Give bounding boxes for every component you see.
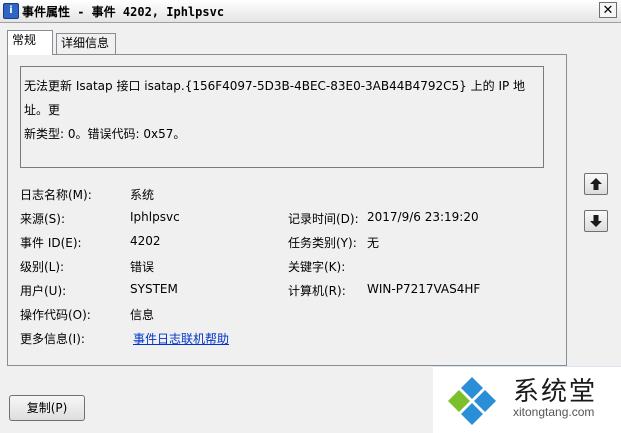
opcode-value: 信息 bbox=[130, 308, 155, 322]
description-line-1: 无法更新 Isatap 接口 isatap.{156F4097-5D3B-4BE… bbox=[24, 79, 526, 117]
computer-value: WIN-P7217VAS4HF bbox=[367, 282, 481, 296]
window-title: 事件属性 - 事件 4202, Iphlpsvc bbox=[22, 5, 225, 19]
opcode-label: 操作代码(O): bbox=[20, 308, 91, 322]
computer-label: 计算机(R): bbox=[288, 284, 346, 298]
level-label: 级别(L): bbox=[20, 260, 65, 274]
source-value: Iphlpsvc bbox=[130, 210, 180, 224]
user-label: 用户(U): bbox=[20, 284, 67, 298]
logged-label: 记录时间(D): bbox=[288, 212, 359, 226]
previous-event-button[interactable] bbox=[584, 173, 608, 195]
arrow-down-icon bbox=[590, 215, 602, 227]
level-value: 错误 bbox=[130, 260, 155, 274]
copy-button-label: 复制(P) bbox=[26, 401, 68, 415]
copy-button[interactable]: 复制(P) bbox=[9, 395, 85, 421]
windows-logo-icon bbox=[448, 377, 496, 425]
tab-general-label: 常规 bbox=[12, 33, 37, 47]
tab-details[interactable]: 详细信息 bbox=[56, 33, 116, 54]
user-value: SYSTEM bbox=[130, 282, 178, 296]
log-name-label: 日志名称(M): bbox=[20, 188, 92, 202]
site-watermark: 系统堂 xitongtang.com bbox=[433, 366, 621, 433]
keywords-label: 关键字(K): bbox=[288, 260, 346, 274]
logged-value: 2017/9/6 23:19:20 bbox=[367, 210, 479, 224]
event-id-value: 4202 bbox=[130, 234, 161, 248]
event-viewer-icon: i bbox=[3, 3, 19, 19]
task-category-label: 任务类别(Y): bbox=[288, 236, 357, 250]
task-category-value: 无 bbox=[367, 236, 380, 250]
close-button[interactable]: ✕ bbox=[599, 2, 617, 18]
arrow-up-icon bbox=[590, 178, 602, 190]
watermark-title: 系统堂 bbox=[513, 377, 598, 407]
description-line-2: 新类型: 0。错误代码: 0x57。 bbox=[24, 127, 186, 141]
event-id-label: 事件 ID(E): bbox=[20, 236, 82, 250]
tab-details-label: 详细信息 bbox=[61, 36, 110, 50]
event-description[interactable]: 无法更新 Isatap 接口 isatap.{156F4097-5D3B-4BE… bbox=[20, 66, 544, 168]
source-label: 来源(S): bbox=[20, 212, 66, 226]
tab-general[interactable]: 常规 bbox=[7, 30, 53, 55]
watermark-url: xitongtang.com bbox=[513, 405, 595, 419]
event-log-online-help-link[interactable]: 事件日志联机帮助 bbox=[133, 330, 229, 347]
title-bar: i 事件属性 - 事件 4202, Iphlpsvc ✕ bbox=[0, 0, 621, 23]
more-info-label: 更多信息(I): bbox=[20, 332, 85, 346]
next-event-button[interactable] bbox=[584, 210, 608, 232]
log-name-value: 系统 bbox=[130, 188, 155, 202]
close-icon: ✕ bbox=[602, 3, 614, 18]
